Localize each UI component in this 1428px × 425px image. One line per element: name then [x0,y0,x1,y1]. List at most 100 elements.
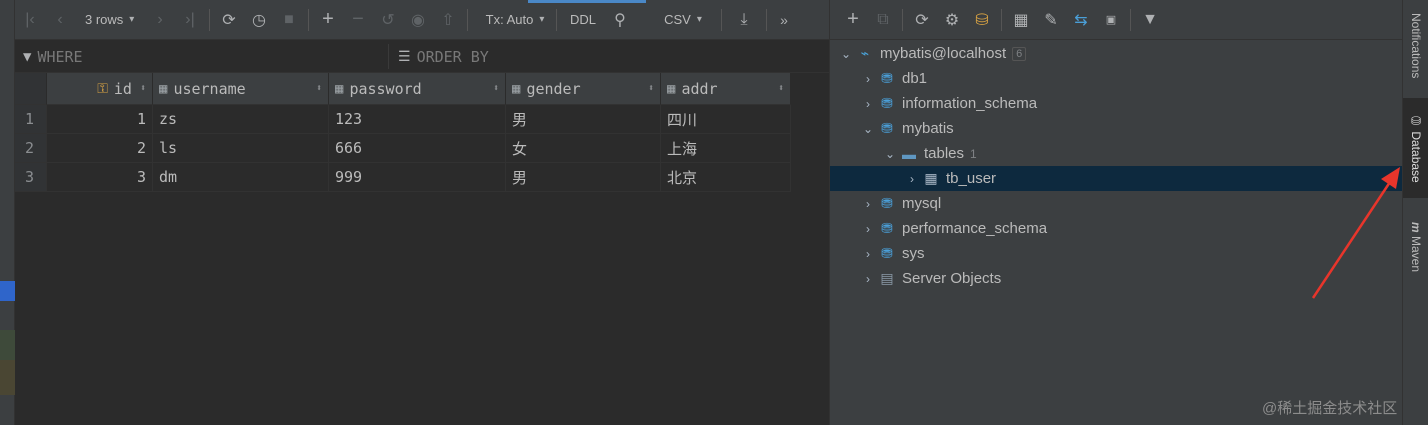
left-strip-block [0,360,15,395]
database-icon: ⛁ [1409,113,1423,131]
table-view-icon[interactable]: ▦ [1006,0,1036,40]
chevron-right-icon[interactable]: › [860,222,876,236]
left-strip-marker [0,281,15,301]
download-icon[interactable]: ⤓ [726,0,762,40]
column-header-label: addr [681,79,718,98]
duplicate-icon[interactable]: ⧉ [868,0,898,40]
database-stop-icon[interactable]: ⛁ [967,0,997,40]
chevron-right-icon[interactable]: › [860,97,876,111]
chevron-down-icon[interactable]: ⌄ [882,147,898,161]
add-datasource-icon[interactable]: + [838,0,868,40]
row-number[interactable]: 2 [15,134,47,163]
tree-node-label: mybatis [902,120,954,137]
rows-count-dropdown[interactable]: 3 rows ▾ [75,0,145,40]
cell-id[interactable]: 2 [47,134,153,163]
refresh-icon[interactable]: ⟳ [214,0,244,40]
cell-id[interactable]: 3 [47,163,153,192]
sort-toggle-icon[interactable]: ⬍ [140,83,146,94]
column-header-gender[interactable]: ▦ gender ⬍ [506,73,661,105]
column-header-password[interactable]: ▦ password ⬍ [329,73,506,105]
datasource-icon: ⌁ [860,45,870,61]
search-icon[interactable]: ⚲ [605,0,635,40]
sort-toggle-icon[interactable]: ⬍ [493,83,499,94]
column-header-label: password [349,79,422,98]
toolbar-separator [1001,8,1002,31]
cell-username[interactable]: ls [153,134,329,163]
refresh-icon[interactable]: ⟳ [907,0,937,40]
filter-icon[interactable]: ▼ [1135,0,1165,40]
sort-toggle-icon[interactable]: ⬍ [648,83,654,94]
next-page-icon[interactable]: › [145,0,175,40]
left-strip-block [0,330,15,360]
table-row[interactable]: 2 2 ls 666 女 上海 [15,134,791,163]
cell-addr[interactable]: 四川 [661,105,791,134]
chevron-right-icon[interactable]: › [860,247,876,261]
export-format-dropdown[interactable]: CSV ▾ [643,0,717,40]
transaction-mode-dropdown[interactable]: Tx: Auto ▾ [472,0,552,40]
arrow-shaft [1311,175,1396,299]
cell-password[interactable]: 123 [329,105,506,134]
data-source-properties-icon[interactable]: ⚙ [937,0,967,40]
table-row[interactable]: 3 3 dm 999 男 北京 [15,163,791,192]
column-icon: ▦ [512,80,521,97]
cell-gender[interactable]: 男 [506,105,661,134]
tree-node-schema[interactable]: ⌄ ⛃ mybatis [830,116,1402,141]
where-placeholder: WHERE [37,47,83,66]
stop-icon[interactable]: ■ [274,0,304,40]
cell-gender[interactable]: 男 [506,163,661,192]
where-filter-field[interactable]: ▼ WHERE [23,40,83,73]
prev-page-icon[interactable]: ‹ [45,0,75,40]
chevron-right-icon[interactable]: › [860,72,876,86]
database-tab-label: ⛁ Database [1409,114,1423,183]
cell-gender[interactable]: 女 [506,134,661,163]
cell-addr[interactable]: 北京 [661,163,791,192]
tree-node-count: 1 [970,146,977,161]
submit-icon[interactable]: ⇧ [433,0,463,40]
column-header-username[interactable]: ▦ username ⬍ [153,73,329,105]
column-header-id[interactable]: ⚿ id ⬍ [47,73,153,105]
chevron-down-icon: ▾ [539,14,545,25]
chevron-right-icon[interactable]: › [860,197,876,211]
add-row-icon[interactable]: + [313,0,343,40]
row-number[interactable]: 1 [15,105,47,134]
edit-icon[interactable]: ✎ [1036,0,1066,40]
tree-node-label: Server Objects [902,270,1002,287]
query-console-icon[interactable]: ▣ [1096,0,1126,40]
cell-id[interactable]: 1 [47,105,153,134]
tree-node-schema[interactable]: › ⛃ db1 [830,66,1402,91]
column-header-addr[interactable]: ▦ addr ⬍ [661,73,791,105]
tree-node-datasource[interactable]: ⌄ ⌁ mybatis@localhost 6 [830,41,1402,66]
sort-toggle-icon[interactable]: ⬍ [778,83,784,94]
cell-username[interactable]: dm [153,163,329,192]
table-row[interactable]: 1 1 zs 123 男 四川 [15,105,791,134]
undo-icon[interactable]: ↺ [373,0,403,40]
export-format-label: CSV [664,12,691,27]
schema-icon: ⛃ [881,245,893,261]
column-header-label: gender [526,79,581,98]
last-page-icon[interactable]: ›| [175,0,205,40]
chevron-right-icon[interactable]: › [904,172,920,186]
jump-to-icon[interactable]: ⇆ [1066,0,1096,40]
preview-icon[interactable]: ◉ [403,0,433,40]
cell-username[interactable]: zs [153,105,329,134]
first-page-icon[interactable]: |‹ [15,0,45,40]
row-number[interactable]: 3 [15,163,47,192]
chevron-down-icon[interactable]: ⌄ [860,122,876,136]
sort-toggle-icon[interactable]: ⬍ [316,83,322,94]
toolbar-separator [556,8,557,31]
history-icon[interactable]: ◷ [244,0,274,40]
remove-row-icon[interactable]: − [343,0,373,40]
notifications-tab[interactable]: Notifications [1403,4,1428,88]
chevron-right-icon[interactable]: › [860,272,876,286]
tree-node-schema[interactable]: › ⛃ information_schema [830,91,1402,116]
more-actions-icon[interactable]: » [771,0,797,40]
schema-icon: ⛃ [881,95,893,111]
toolbar-separator [308,8,309,31]
order-by-field[interactable]: ☰ ORDER BY [398,40,489,73]
chevron-down-icon[interactable]: ⌄ [838,47,854,61]
schema-icon: ⛃ [881,70,893,86]
cell-addr[interactable]: 上海 [661,134,791,163]
ddl-button[interactable]: DDL [561,0,605,40]
cell-password[interactable]: 666 [329,134,506,163]
cell-password[interactable]: 999 [329,163,506,192]
